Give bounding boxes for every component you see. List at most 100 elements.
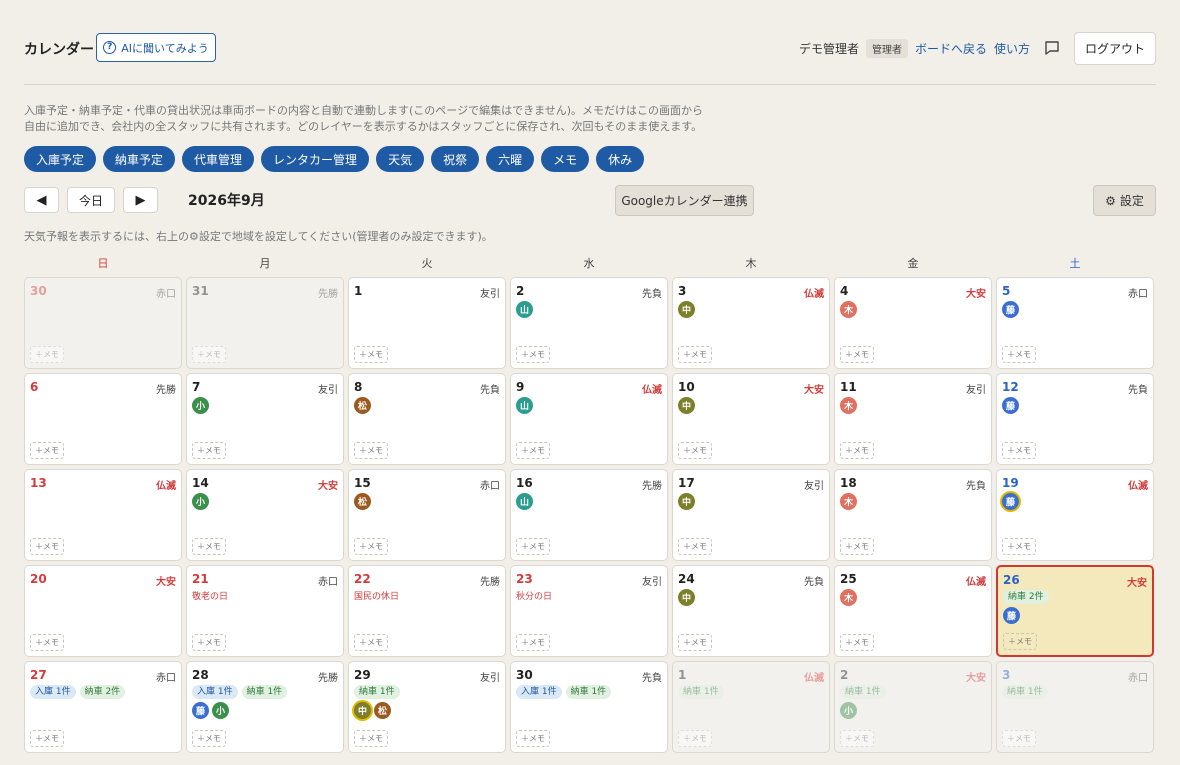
layer-toggle[interactable]: 納車予定 [103, 146, 176, 172]
day-cell[interactable]: 25 仏滅木 ＋メモ [834, 565, 992, 657]
add-memo-button[interactable]: ＋メモ [354, 634, 388, 651]
day-cell[interactable]: 28 先勝 入庫 1件 納車 1件藤小 ＋メモ [186, 661, 344, 753]
add-memo-button[interactable]: ＋メモ [30, 634, 64, 651]
settings-button[interactable]: ⚙ 設定 [1093, 185, 1156, 216]
staff-avatar[interactable]: 藤 [1002, 397, 1019, 414]
add-memo-button[interactable]: ＋メモ [1003, 633, 1037, 650]
today-button[interactable]: 今日 [67, 187, 115, 213]
day-cell[interactable]: 12 先負藤 ＋メモ [996, 373, 1154, 465]
day-cell[interactable]: 30 先負 入庫 1件 納車 1件 ＋メモ [510, 661, 668, 753]
staff-avatar[interactable]: 小 [192, 493, 209, 510]
staff-avatar[interactable]: 藤 [1003, 607, 1020, 624]
staff-avatar[interactable]: 中 [354, 702, 371, 719]
add-memo-button[interactable]: ＋メモ [30, 346, 64, 363]
add-memo-button[interactable]: ＋メモ [516, 538, 550, 555]
layer-toggle[interactable]: 天気 [376, 146, 425, 172]
day-cell[interactable]: 24 先負中 ＋メモ [672, 565, 830, 657]
staff-avatar[interactable]: 小 [212, 702, 229, 719]
day-cell[interactable]: 2 先負山 ＋メモ [510, 277, 668, 369]
day-cell[interactable]: 6 先勝 ＋メモ [24, 373, 182, 465]
day-cell[interactable]: 30 赤口 ＋メモ [24, 277, 182, 369]
layer-toggle[interactable]: 入庫予定 [24, 146, 97, 172]
add-memo-button[interactable]: ＋メモ [516, 346, 550, 363]
chat-icon[interactable] [1043, 39, 1061, 57]
delivery-tag[interactable]: 納車 1件 [354, 685, 400, 699]
delivery-tag[interactable]: 納車 1件 [678, 685, 724, 699]
day-cell[interactable]: 23 友引 秋分の日 ＋メモ [510, 565, 668, 657]
add-memo-button[interactable]: ＋メモ [678, 730, 712, 747]
add-memo-button[interactable]: ＋メモ [354, 346, 388, 363]
staff-avatar[interactable]: 小 [840, 702, 857, 719]
delivery-tag[interactable]: 納車 2件 [1003, 590, 1049, 604]
add-memo-button[interactable]: ＋メモ [840, 634, 874, 651]
day-cell[interactable]: 7 友引小 ＋メモ [186, 373, 344, 465]
staff-avatar[interactable]: 木 [840, 589, 857, 606]
layer-toggle[interactable]: 六曜 [486, 146, 535, 172]
day-cell[interactable]: 18 先負木 ＋メモ [834, 469, 992, 561]
day-cell[interactable]: 4 大安木 ＋メモ [834, 277, 992, 369]
add-memo-button[interactable]: ＋メモ [1002, 442, 1036, 459]
day-cell[interactable]: 11 友引木 ＋メモ [834, 373, 992, 465]
day-cell[interactable]: 10 大安中 ＋メモ [672, 373, 830, 465]
day-cell[interactable]: 27 赤口 入庫 1件 納車 2件 ＋メモ [24, 661, 182, 753]
layer-toggle[interactable]: 休み [596, 146, 645, 172]
next-month-button[interactable]: ▶ [123, 187, 158, 213]
add-memo-button[interactable]: ＋メモ [192, 634, 226, 651]
day-cell[interactable]: 22 先勝 国民の休日 ＋メモ [348, 565, 506, 657]
add-memo-button[interactable]: ＋メモ [516, 442, 550, 459]
staff-avatar[interactable]: 中 [678, 589, 695, 606]
staff-avatar[interactable]: 藤 [1002, 493, 1019, 510]
staff-avatar[interactable]: 松 [354, 493, 371, 510]
staff-avatar[interactable]: 藤 [1002, 301, 1019, 318]
google-calendar-button[interactable]: Googleカレンダー連携 [615, 185, 754, 216]
delivery-tag[interactable]: 納車 1件 [1002, 685, 1048, 699]
staff-avatar[interactable]: 中 [678, 493, 695, 510]
staff-avatar[interactable]: 木 [840, 493, 857, 510]
staff-avatar[interactable]: 木 [840, 397, 857, 414]
add-memo-button[interactable]: ＋メモ [678, 538, 712, 555]
day-cell[interactable]: 8 先負松 ＋メモ [348, 373, 506, 465]
day-cell[interactable]: 15 赤口松 ＋メモ [348, 469, 506, 561]
delivery-tag[interactable]: 納車 1件 [565, 685, 612, 699]
help-link[interactable]: 使い方 [994, 40, 1030, 57]
delivery-tag[interactable]: 納車 1件 [241, 685, 288, 699]
add-memo-button[interactable]: ＋メモ [1002, 538, 1036, 555]
day-cell[interactable]: 5 赤口藤 ＋メモ [996, 277, 1154, 369]
staff-avatar[interactable]: 松 [354, 397, 371, 414]
add-memo-button[interactable]: ＋メモ [354, 730, 388, 747]
add-memo-button[interactable]: ＋メモ [840, 730, 874, 747]
delivery-tag[interactable]: 納車 2件 [79, 685, 126, 699]
add-memo-button[interactable]: ＋メモ [1002, 730, 1036, 747]
checkin-tag[interactable]: 入庫 1件 [30, 685, 76, 699]
layer-toggle[interactable]: 祝祭 [431, 146, 480, 172]
day-cell[interactable]: 31 先勝 ＋メモ [186, 277, 344, 369]
staff-avatar[interactable]: 山 [516, 301, 533, 318]
delivery-tag[interactable]: 納車 1件 [840, 685, 886, 699]
add-memo-button[interactable]: ＋メモ [30, 442, 64, 459]
layer-toggle[interactable]: レンタカー管理 [261, 146, 370, 172]
checkin-tag[interactable]: 入庫 1件 [516, 685, 562, 699]
ask-ai-button[interactable]: ? AIに聞いてみよう [96, 33, 216, 62]
day-cell[interactable]: 14 大安小 ＋メモ [186, 469, 344, 561]
logout-button[interactable]: ログアウト [1073, 31, 1156, 65]
staff-avatar[interactable]: 松 [374, 702, 391, 719]
add-memo-button[interactable]: ＋メモ [678, 442, 712, 459]
add-memo-button[interactable]: ＋メモ [192, 538, 226, 555]
staff-avatar[interactable]: 中 [678, 397, 695, 414]
day-cell[interactable]: 1 友引 ＋メモ [348, 277, 506, 369]
layer-toggle[interactable]: メモ [541, 146, 590, 172]
add-memo-button[interactable]: ＋メモ [30, 538, 64, 555]
add-memo-button[interactable]: ＋メモ [354, 442, 388, 459]
day-cell[interactable]: 17 友引中 ＋メモ [672, 469, 830, 561]
staff-avatar[interactable]: 木 [840, 301, 857, 318]
staff-avatar[interactable]: 山 [516, 397, 533, 414]
add-memo-button[interactable]: ＋メモ [516, 634, 550, 651]
day-cell[interactable]: 9 仏滅山 ＋メモ [510, 373, 668, 465]
day-cell[interactable]: 26 大安 納車 2件藤 ＋メモ [996, 565, 1154, 657]
day-cell[interactable]: 3 仏滅中 ＋メモ [672, 277, 830, 369]
add-memo-button[interactable]: ＋メモ [192, 346, 226, 363]
staff-avatar[interactable]: 藤 [192, 702, 209, 719]
add-memo-button[interactable]: ＋メモ [354, 538, 388, 555]
add-memo-button[interactable]: ＋メモ [840, 442, 874, 459]
add-memo-button[interactable]: ＋メモ [678, 346, 712, 363]
